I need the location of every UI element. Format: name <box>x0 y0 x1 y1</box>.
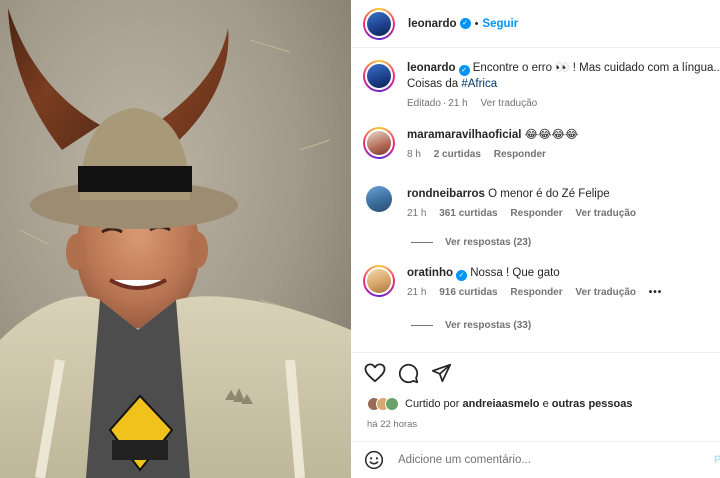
follow-button[interactable]: Seguir <box>482 18 518 30</box>
caption-text: Encontre o erro 👀 ! Mas cuidado com a lí… <box>472 62 720 74</box>
comment-likes[interactable]: 916 curtidas <box>439 287 497 298</box>
commenter-username[interactable]: maramaravilhaoficial <box>407 129 521 141</box>
post-time: há 22 horas <box>367 419 418 430</box>
author-username[interactable]: leonardo <box>408 18 457 30</box>
caption-time: 21 h <box>448 98 468 109</box>
reply-button[interactable]: Responder <box>510 208 562 219</box>
commenter-avatar[interactable] <box>366 186 392 212</box>
reply-button[interactable]: Responder <box>494 149 546 160</box>
post-photo-illustration <box>0 0 351 478</box>
heart-icon[interactable] <box>364 363 386 383</box>
replies-divider <box>411 325 433 326</box>
comment-text-line: maramaravilhaoficial 😂😂😂😂 <box>407 127 578 143</box>
comment-time: 8 h <box>407 149 421 160</box>
add-comment-bar: Pu <box>351 441 720 478</box>
comment-item: rondneibarros O menor é do Zé Felipe 21 … <box>363 186 646 219</box>
comment-input[interactable] <box>398 454 688 466</box>
comment-item: oratinho ✓ Nossa ! Que gato 21 h 916 curt… <box>363 265 672 298</box>
see-translation-link[interactable]: Ver tradução <box>575 208 636 219</box>
liked-by-others[interactable]: outras pessoas <box>552 398 633 410</box>
see-translation-link[interactable]: Ver tradução <box>575 287 636 298</box>
commenter-avatar[interactable] <box>363 127 395 159</box>
verified-badge-icon: ✓ <box>456 270 467 281</box>
comment-text: Nossa ! Que gato <box>470 267 560 279</box>
comment-likes[interactable]: 361 curtidas <box>439 208 497 219</box>
author-avatar[interactable] <box>363 7 395 40</box>
header-separator: • <box>474 17 479 30</box>
view-replies-button[interactable]: Ver respostas (33) <box>411 320 531 331</box>
commenter-username[interactable]: oratinho <box>407 267 453 279</box>
comment-time: 21 h <box>407 208 427 219</box>
action-bar <box>351 352 720 392</box>
caption-body: leonardo ✓ Encontre o erro 👀 ! Mas cuidad… <box>407 60 720 109</box>
comment-meta: 21 h 916 curtidas Responder Ver tradução… <box>407 287 672 298</box>
more-options-icon[interactable]: ••• <box>649 287 663 298</box>
liker-avatar <box>385 397 399 411</box>
commenter-avatar[interactable] <box>363 265 395 297</box>
caption: leonardo ✓ Encontre o erro 👀 ! Mas cuidad… <box>363 60 720 109</box>
hashtag-link[interactable]: #Africa <box>461 78 497 90</box>
replies-divider <box>411 242 433 243</box>
caption-avatar[interactable] <box>363 60 395 92</box>
publish-button[interactable]: Pu <box>714 454 720 466</box>
caption-text-line2: Coisas da #Africa <box>407 78 498 90</box>
comment-text: 😂😂😂😂 <box>524 129 579 141</box>
comment-meta: 8 h 2 curtidas Responder <box>407 149 578 160</box>
post-sidebar: leonardo ✓ • Seguir leonardo ✓ Encontre o… <box>351 0 720 478</box>
reply-button[interactable]: Responder <box>510 287 562 298</box>
view-replies-button[interactable]: Ver respostas (23) <box>411 237 531 248</box>
caption-text-line1: leonardo ✓ Encontre o erro 👀 ! Mas cuidad… <box>407 60 720 76</box>
likers-avatars <box>367 397 399 411</box>
comment-item: maramaravilhaoficial 😂😂😂😂 8 h 2 curtidas… <box>363 127 578 160</box>
caption-meta: Editado · 21 h Ver tradução <box>407 98 538 109</box>
comment-text: O menor é do Zé Felipe <box>488 188 610 200</box>
comment-text-line: oratinho ✓ Nossa ! Que gato <box>407 265 672 281</box>
comment-icon[interactable] <box>398 363 419 384</box>
emoji-icon[interactable] <box>364 450 384 470</box>
comment-time: 21 h <box>407 287 427 298</box>
post-photo <box>0 0 351 478</box>
comment-meta: 21 h 361 curtidas Responder Ver tradução <box>407 208 646 219</box>
comment-likes[interactable]: 2 curtidas <box>434 149 481 160</box>
share-icon[interactable] <box>431 363 452 383</box>
liked-by-user[interactable]: andreiaasmelo <box>462 398 539 410</box>
comment-text-line: rondneibarros O menor é do Zé Felipe <box>407 186 646 202</box>
liked-by-prefix: Curtido por <box>405 398 460 410</box>
caption-username[interactable]: leonardo <box>407 62 456 74</box>
verified-badge-icon: ✓ <box>458 65 470 76</box>
verified-badge-icon: ✓ <box>459 18 471 29</box>
edited-label: Editado <box>407 98 441 109</box>
commenter-username[interactable]: rondneibarros <box>407 188 485 200</box>
post-header: leonardo ✓ • Seguir <box>351 0 720 48</box>
likes-summary[interactable]: Curtido por andreiaasmelo e outras pesso… <box>367 397 632 411</box>
see-translation-link[interactable]: Ver tradução <box>481 98 538 109</box>
